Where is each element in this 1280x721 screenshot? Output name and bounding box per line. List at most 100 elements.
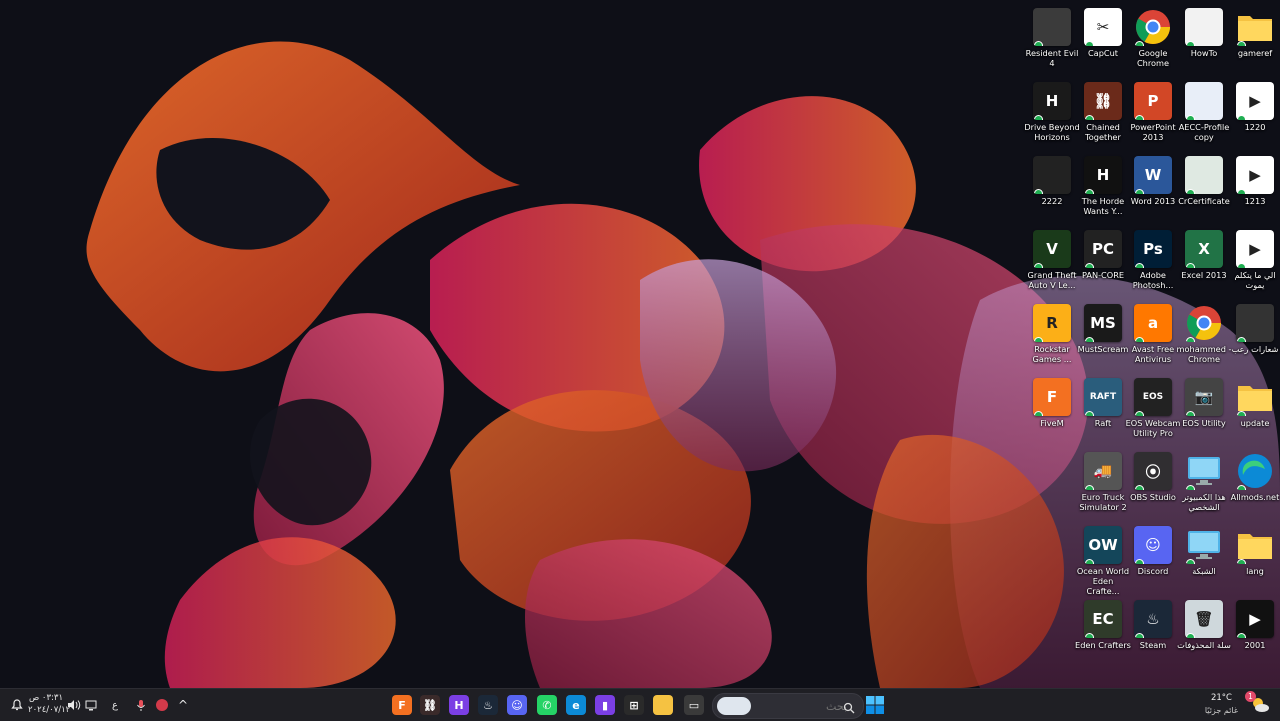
desktop-icon-folder[interactable]: lang [1230,522,1280,596]
desktop-icon-resident-evil[interactable]: Resident Evil 4 [1026,4,1078,78]
desktop-icon-steam[interactable]: ♨ Steam [1128,596,1178,670]
desktop-icon-label: Rockstar Games ... [1032,344,1072,364]
sync-status-icon [1034,115,1043,120]
store-taskbar-icon[interactable]: ⊞ [624,695,644,715]
desktop-icon-photoshop[interactable]: Ps Adobe Photosh... [1128,226,1178,300]
desktop-icon-label: lang [1246,566,1264,576]
drive-beyond-taskbar-icon[interactable]: H [449,695,469,715]
desktop-icon-avast[interactable]: a Avast Free Antivirus [1128,300,1178,374]
desktop-icon-drive-beyond-horizons[interactable]: H Drive Beyond Horizons [1024,78,1080,152]
desktop-icon-word[interactable]: W Word 2013 [1128,152,1178,226]
start-button[interactable] [863,693,887,717]
desktop-icon-label: OBS Studio [1130,492,1176,502]
desktop-icon-capcut[interactable]: ✂ CapCut [1078,4,1128,78]
desktop-icon-obs[interactable]: ⦿ OBS Studio [1128,448,1178,522]
desktop-icon-pdf-document[interactable]: AECC-Profile copy [1179,78,1229,152]
discord-taskbar-icon[interactable]: ☺ [507,695,527,715]
euro-truck-icon: 🚚 [1084,452,1122,490]
desktop-icon-eos-utility[interactable]: 📷 EOS Utility [1179,374,1229,448]
search-input[interactable] [755,698,849,714]
desktop-icon-eos-webcam[interactable]: EOS EOS Webcam Utility Pro [1126,374,1180,448]
desktop-icon-chained-together[interactable]: ⛓ Chained Together [1078,78,1128,152]
desktop-icon-video-file[interactable]: ▶ الي ما يتكلم يموت [1230,226,1280,300]
sync-status-icon [1237,633,1246,638]
sync-status-icon [1186,263,1195,268]
desktop-icon-label: Adobe Photosh... [1132,270,1174,290]
file-explorer-taskbar-icon[interactable] [653,695,673,715]
desktop-icon-folder[interactable]: gameref [1230,4,1280,78]
folder-icon [1236,8,1274,46]
windows-logo-icon [866,696,884,714]
sync-status-icon [1085,189,1094,194]
desktop-icon-label: Steam [1139,640,1167,650]
desktop-icon-label: PAN-CORE [1081,270,1125,280]
app-tray-icon[interactable] [154,695,170,715]
desktop-icon-fivem[interactable]: F FiveM [1027,374,1077,448]
desktop-icon-pan-core[interactable]: PC PAN-CORE [1078,226,1128,300]
desktop-icon-the-horde[interactable]: H The Horde Wants Y... [1078,152,1128,226]
sync-status-icon [1034,337,1043,342]
desktop-icon-chrome-profile[interactable]: mohammed - Chrome [1176,300,1232,374]
desktop-icon-certificate[interactable]: CrCertificate [1178,152,1230,226]
drive-beyond-horizons-icon: H [1033,82,1071,120]
desktop-icon-label: mohammed - Chrome [1176,344,1232,364]
notification-icon[interactable] [10,695,24,715]
desktop-icon-this-pc[interactable]: هذا الكمبيوتر الشخصي [1179,448,1229,522]
whatsapp-taskbar-icon[interactable]: ✆ [537,695,557,715]
window-taskbar-icon[interactable]: ▭ [684,695,704,715]
desktop-icon-pdf[interactable]: HowTo [1179,4,1229,78]
chained-together-taskbar-icon[interactable]: ⛓ [420,695,440,715]
desktop-icon-video-file[interactable]: ▶ 1220 [1230,78,1280,152]
microphone-icon[interactable] [134,695,148,715]
desktop-icon-recycle-bin[interactable]: 🗑 سلة المحذوفات [1177,596,1231,670]
language-indicator[interactable]: ع [108,695,122,715]
desktop-icon-label: هذا الكمبيوتر الشخصي [1182,492,1226,512]
desktop-icon-network[interactable]: الشبكة [1179,522,1229,596]
sync-status-icon [1186,485,1195,490]
desktop-icon-label: شعارات رعب [1231,344,1279,354]
desktop-icon-folder[interactable]: update [1230,374,1280,448]
certificate-icon [1185,156,1223,194]
sync-status-icon [1237,485,1246,490]
desktop-icon-excel[interactable]: X Excel 2013 [1179,226,1229,300]
desktop-icon-eden-crafters[interactable]: EC Eden Crafters [1075,596,1131,670]
edge-taskbar-icon[interactable]: e [566,695,586,715]
steam-taskbar-icon[interactable]: ♨ [478,695,498,715]
desktop-icon-powerpoint[interactable]: P PowerPoint 2013 [1128,78,1178,152]
clipchamp-taskbar-icon[interactable]: ▮ [595,695,615,715]
fivem-glyph: F [398,698,406,712]
desktop-icon-gta-v[interactable]: V Grand Theft Auto V Le... [1027,226,1077,300]
desktop-icon-label: HowTo [1190,48,1218,58]
clock-date[interactable]: ٢٠٢٤/٠٧/١٢ [28,704,70,716]
desktop-icon-image-file[interactable]: شعارات رعب [1230,300,1280,374]
search-box[interactable] [712,693,864,719]
network-tray-icon[interactable] [84,695,98,715]
desktop-icon-label: FiveM [1040,418,1064,428]
desktop-icon-image-file[interactable]: 2222 [1027,152,1077,226]
sync-status-icon [1034,189,1043,194]
sync-status-icon [1186,41,1195,46]
sync-status-icon [1085,633,1094,638]
desktop-icon-label: Ocean World Eden Crafte... [1076,566,1130,596]
desktop-icon-edge[interactable]: Allmods.net [1230,448,1280,522]
show-hidden-icons-chevron[interactable]: ^ [176,695,190,715]
avast-icon: a [1134,304,1172,342]
steam-icon: ♨ [1134,600,1172,638]
recycle-bin-icon: 🗑 [1185,600,1223,638]
desktop-icon-label: سلة المحذوفات [1177,640,1231,650]
desktop-icon-rockstar[interactable]: R Rockstar Games ... [1027,300,1077,374]
powerpoint-icon: P [1134,82,1172,120]
fivem-taskbar-icon[interactable]: F [392,695,412,715]
weather-widget[interactable]: 21°C غائم جزئيًا 1 [1200,691,1276,719]
desktop-icon-video-file[interactable]: ▶ 2001 [1230,596,1280,670]
sync-status-icon [1034,411,1043,416]
clock-time[interactable]: ٠٣:٣١ ص [28,692,64,704]
volume-icon[interactable] [66,695,82,715]
desktop-icon-ocean-world[interactable]: OW Ocean World Eden Crafte... [1076,522,1130,596]
desktop-icon-video-file[interactable]: ▶ 1213 [1230,152,1280,226]
desktop-icon-discord[interactable]: ☺ Discord [1128,522,1178,596]
desktop-icon-euro-truck[interactable]: 🚚 Euro Truck Simulator 2 [1078,448,1128,522]
desktop-icon-raft[interactable]: RAFT Raft [1078,374,1128,448]
desktop-icon-chrome[interactable]: Google Chrome [1128,4,1178,78]
desktop-icon-mustscream[interactable]: MS MustScream [1078,300,1128,374]
